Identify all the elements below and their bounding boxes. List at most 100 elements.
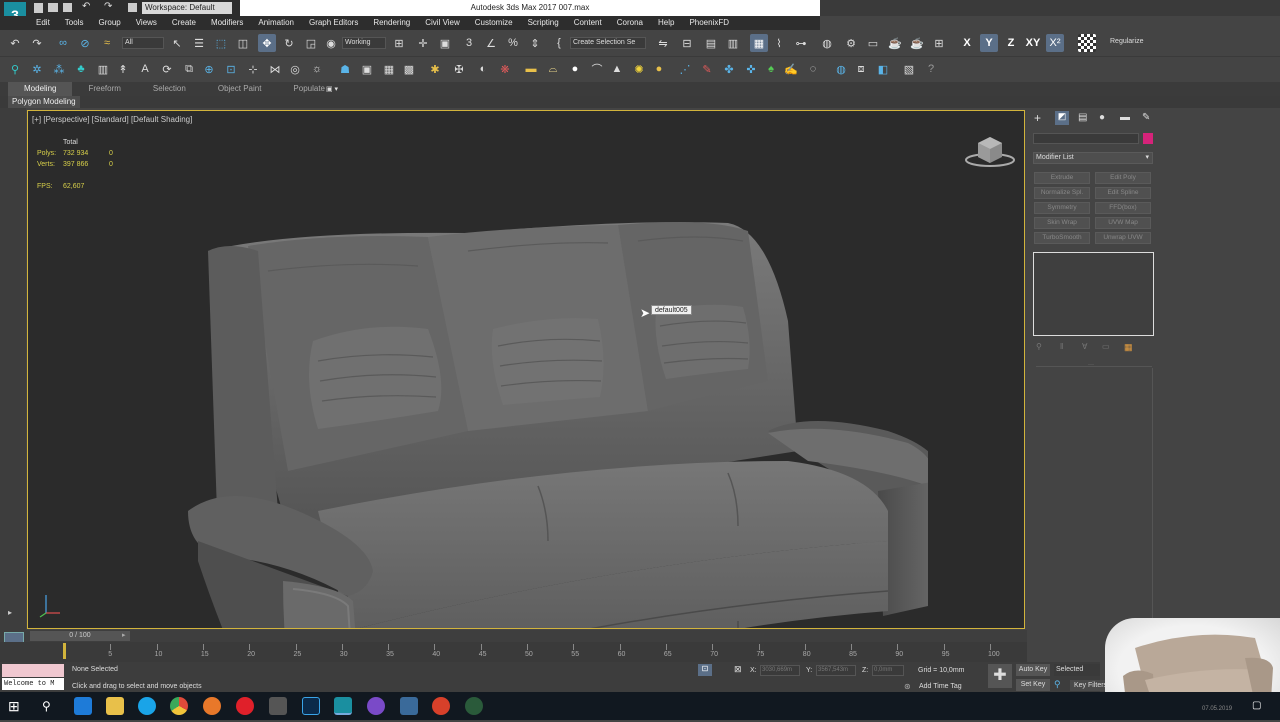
phoenix-fire-icon[interactable]: ✎: [698, 60, 716, 78]
key-filters-button[interactable]: Key Filters...: [1070, 680, 1110, 691]
corona-volume-icon[interactable]: ◐: [474, 60, 492, 78]
viewcube-icon[interactable]: [962, 133, 1018, 169]
menu-item-help[interactable]: Help: [658, 16, 674, 30]
configure-sets-icon[interactable]: ▦: [1124, 342, 1133, 353]
modify-tab-icon[interactable]: ◩: [1055, 111, 1069, 125]
pin-icon[interactable]: ⚲: [6, 60, 24, 78]
percent-snap-icon[interactable]: %: [504, 34, 522, 52]
axis-y-icon[interactable]: Y: [980, 34, 998, 52]
corona-tool-icon[interactable]: ✠: [450, 60, 468, 78]
modifier-stack[interactable]: [1033, 252, 1154, 336]
modifier-button-symmetry[interactable]: Symmetry: [1034, 202, 1090, 214]
start-icon[interactable]: ⊞: [8, 698, 20, 715]
y-coordinate-field[interactable]: 3567,543m: [816, 665, 856, 676]
photoshop-icon[interactable]: [302, 697, 320, 715]
explorer-icon[interactable]: [106, 697, 124, 715]
move-icon[interactable]: ✥: [258, 34, 276, 52]
set-key-button[interactable]: Set Key: [1016, 679, 1050, 691]
unlink-icon[interactable]: ⊘: [76, 34, 94, 52]
sky-icon[interactable]: ⌒: [588, 60, 606, 78]
calculator-icon[interactable]: [269, 697, 287, 715]
hierarchy-tab-icon[interactable]: ▤: [1078, 112, 1087, 123]
menu-item-group[interactable]: Group: [98, 16, 120, 30]
time-slider[interactable]: 0 / 100: [30, 631, 130, 641]
viewport-icon[interactable]: ⊕: [200, 60, 218, 78]
grid-icon[interactable]: ▩: [400, 60, 418, 78]
utilities-tab-icon[interactable]: ✎: [1142, 112, 1150, 123]
make-unique-icon[interactable]: ∀: [1082, 342, 1087, 351]
render-setup-icon[interactable]: ⚙: [842, 34, 860, 52]
workspace-dropdown[interactable]: Workspace: Default: [142, 2, 232, 14]
timeline-current-frame-marker[interactable]: [63, 643, 66, 659]
chrome-icon[interactable]: [170, 697, 188, 715]
perspective-viewport[interactable]: [+] [Perspective] [Standard] [Default Sh…: [27, 110, 1025, 629]
undo-icon[interactable]: ↶: [82, 1, 90, 12]
show-end-result-icon[interactable]: ‖: [1060, 342, 1063, 351]
checker-icon[interactable]: [1078, 34, 1096, 52]
rotate-icon[interactable]: ↻: [280, 34, 298, 52]
curve-editor-icon[interactable]: ⌇: [770, 34, 788, 52]
redo-icon[interactable]: ↷: [104, 1, 112, 12]
menu-item-modifiers[interactable]: Modifiers: [211, 16, 243, 30]
bind-space-warp-icon[interactable]: ≈: [98, 34, 116, 52]
plane-icon[interactable]: ▬: [522, 60, 540, 78]
firefox-icon[interactable]: [203, 697, 221, 715]
project-icon[interactable]: [128, 3, 137, 12]
pin-stack-icon[interactable]: ⚲: [1036, 342, 1042, 351]
tree-icon[interactable]: ▥: [94, 60, 112, 78]
remove-modifier-icon[interactable]: ▭: [1102, 342, 1110, 351]
modifier-button-unwrap-uvw[interactable]: Unwrap UVW: [1095, 232, 1151, 244]
render-region-icon[interactable]: ⧈: [852, 60, 870, 78]
ribbon-tab-freeform[interactable]: Freeform: [72, 82, 136, 96]
object-color-swatch[interactable]: [1143, 133, 1153, 144]
create-tab-icon[interactable]: +: [1034, 111, 1041, 125]
menu-item-tools[interactable]: Tools: [65, 16, 84, 30]
rectangular-selection-icon[interactable]: ⬚: [212, 34, 230, 52]
menu-item-create[interactable]: Create: [172, 16, 196, 30]
redo-icon[interactable]: ↷: [28, 34, 46, 52]
object-name-field[interactable]: [1033, 133, 1139, 144]
edit-named-selection-icon[interactable]: {: [550, 34, 568, 52]
axis-constraint-icon[interactable]: X²: [1046, 34, 1064, 52]
camera-icon[interactable]: ▣: [358, 60, 376, 78]
menu-item-scripting[interactable]: Scripting: [528, 16, 559, 30]
maxscript-listener[interactable]: [2, 664, 64, 677]
drag-handle-icon[interactable]: ···: [1088, 362, 1094, 368]
menu-item-rendering[interactable]: Rendering: [373, 16, 410, 30]
light-icon[interactable]: ☼: [308, 60, 326, 78]
layer-explorer-icon[interactable]: ▥: [724, 34, 742, 52]
dome-icon[interactable]: ⌓: [544, 60, 562, 78]
ribbon-toggle-icon[interactable]: ▦: [750, 34, 768, 52]
selection-filter-dropdown[interactable]: All: [122, 37, 164, 49]
forest-icon[interactable]: ♣: [72, 60, 90, 78]
maxscript-mini-input[interactable]: Welcome to M: [2, 678, 64, 690]
search-icon[interactable]: ⚲: [42, 699, 51, 713]
viewport-layout-icon[interactable]: ▸: [8, 608, 12, 617]
material-editor-icon[interactable]: ◍: [818, 34, 836, 52]
auto-key-button[interactable]: Auto Key: [1016, 664, 1050, 676]
3dsmax-icon[interactable]: [334, 697, 352, 715]
app-red-icon[interactable]: [432, 697, 450, 715]
isolate-icon[interactable]: ⊡: [698, 664, 712, 676]
display-tab-icon[interactable]: ▬: [1120, 112, 1130, 123]
phoenix-liquid-icon[interactable]: ✤: [720, 60, 738, 78]
regularize-button[interactable]: Regularize: [1110, 38, 1143, 45]
scatter-icon[interactable]: ⊹: [244, 60, 262, 78]
notifications-icon[interactable]: ▢: [1252, 700, 1261, 711]
modifier-button-extrude[interactable]: Extrude: [1034, 172, 1090, 184]
link-icon[interactable]: ∞: [54, 34, 72, 52]
track-bar[interactable]: 5 10 15 20 25 30 35 40 45 50 55 60 65 70 75 80 85 90 95 100: [0, 642, 1027, 662]
time-tag-icon[interactable]: ⊛: [904, 682, 911, 691]
menu-item-phoenixfd[interactable]: PhoenixFD: [689, 16, 729, 30]
open-icon[interactable]: [48, 3, 58, 12]
absolute-mode-icon[interactable]: ⊠: [734, 664, 742, 675]
motion-tab-icon[interactable]: ●: [1099, 112, 1105, 123]
render-iterative-icon[interactable]: ☕: [908, 34, 926, 52]
corona-icon[interactable]: [465, 697, 483, 715]
viewport-label[interactable]: [+] [Perspective] [Standard] [Default Sh…: [32, 115, 192, 124]
polygon-modeling-panel[interactable]: Polygon Modeling: [8, 96, 80, 108]
scene-explorer-icon[interactable]: ▤: [702, 34, 720, 52]
named-selection-dropdown[interactable]: Create Selection Se: [570, 37, 646, 49]
modifier-button-uvw-map[interactable]: UVW Map: [1095, 217, 1151, 229]
sun-icon[interactable]: ✺: [630, 60, 648, 78]
